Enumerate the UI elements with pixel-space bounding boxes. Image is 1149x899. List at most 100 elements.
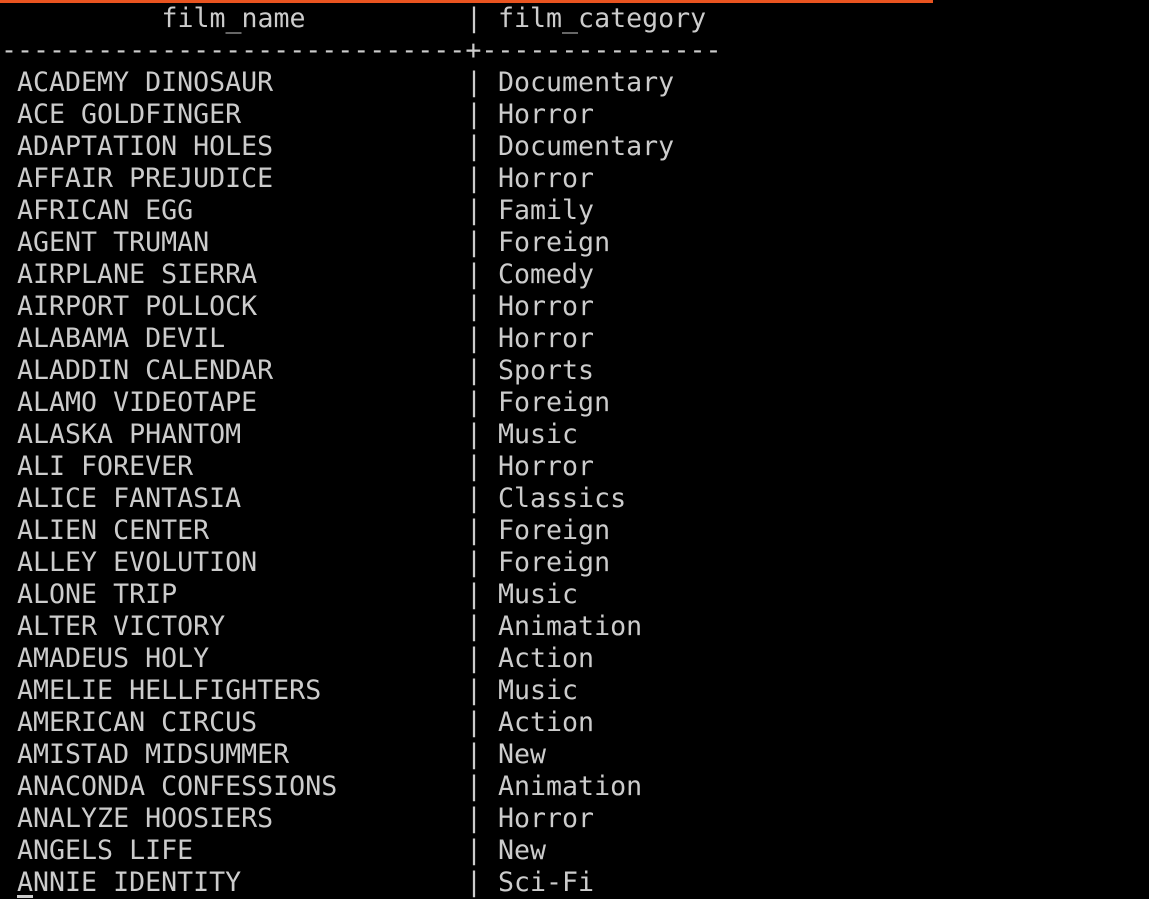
film-name-cell: AMELIE HELLFIGHTERS [17,675,322,706]
film-category-cell: Horror [498,803,595,834]
column-separator: | [466,739,482,770]
film-category-cell: Documentary [498,67,675,98]
film-category-cell: Horror [498,451,595,482]
column-separator: | [466,419,482,450]
film-name-cell: ANACONDA CONFESSIONS [17,771,338,802]
column-separator: | [466,387,482,418]
table-row: ANNIE IDENTITY | Sci-Fi [1,867,1141,899]
column-separator: | [466,99,482,130]
table-row: ALASKA PHANTOM | Music [1,419,1141,451]
film-category-cell: Foreign [498,387,611,418]
film-category-cell: Music [498,419,579,450]
film-name-cell: AFFAIR PREJUDICE [17,163,274,194]
film-name-cell: AIRPLANE SIERRA [17,259,258,290]
film-name-cell: ALICE FANTASIA [17,483,242,514]
table-row: ACE GOLDFINGER | Horror [1,99,1141,131]
film-category-cell: Animation [498,771,643,802]
table-row: AFFAIR PREJUDICE | Horror [1,163,1141,195]
table-row: ALLEY EVOLUTION | Foreign [1,547,1141,579]
table-row: AMISTAD MIDSUMMER | New [1,739,1141,771]
film-name-cell: ALONE TRIP [17,579,178,610]
film-category-cell: Sports [498,355,595,386]
column-separator: | [466,355,482,386]
table-row: ADAPTATION HOLES | Documentary [1,131,1141,163]
film-category-cell: Animation [498,611,643,642]
film-name-cell: ALASKA PHANTOM [17,419,242,450]
column-separator: | [466,675,482,706]
film-category-cell: Action [498,643,595,674]
film-name-cell: ADAPTATION HOLES [17,131,274,162]
film-name-cell: AMERICAN CIRCUS [17,707,258,738]
column-separator: | [466,131,482,162]
film-name-cell: ANALYZE HOOSIERS [17,803,274,834]
film-category-cell: Foreign [498,227,611,258]
column-separator: | [466,67,482,98]
film-category-cell: Horror [498,291,595,322]
column-separator: | [466,227,482,258]
film-name-cell: ACE GOLDFINGER [17,99,242,130]
film-name-cell: AGENT TRUMAN [17,227,210,258]
column-separator: | [466,515,482,546]
column-separator: | [466,643,482,674]
column-separator: | [466,771,482,802]
column-separator: | [466,195,482,226]
column-separator: | [466,547,482,578]
column-separator: | [466,323,482,354]
table-row: ALICE FANTASIA | Classics [1,483,1141,515]
table-row: AGENT TRUMAN | Foreign [1,227,1141,259]
column-separator: | [466,867,482,898]
film-category-cell: Classics [498,483,627,514]
terminal-output[interactable]: film_name | film_category --------------… [1,3,1141,899]
column-separator: | [466,835,482,866]
column-separator: | [466,579,482,610]
table-row: AIRPLANE SIERRA | Comedy [1,259,1141,291]
column-separator: | [466,451,482,482]
film-category-cell: Comedy [498,259,595,290]
film-category-cell: Music [498,675,579,706]
table-row: ALIEN CENTER | Foreign [1,515,1141,547]
column-separator: | [466,163,482,194]
table-row: ACADEMY DINOSAUR | Documentary [1,67,1141,99]
terminal-cursor [17,895,33,898]
table-row: ALONE TRIP | Music [1,579,1141,611]
film-name-cell: ACADEMY DINOSAUR [17,67,274,98]
column-separator: | [466,483,482,514]
film-name-cell: AIRPORT POLLOCK [17,291,258,322]
film-name-cell: AMADEUS HOLY [17,643,210,674]
table-row: ANGELS LIFE | New [1,835,1141,867]
film-name-cell: ANGELS LIFE [17,835,194,866]
column-separator: | [466,803,482,834]
film-category-cell: Horror [498,163,595,194]
film-name-cell: ALTER VICTORY [17,611,226,642]
table-row: ALTER VICTORY | Animation [1,611,1141,643]
table-row: AIRPORT POLLOCK | Horror [1,291,1141,323]
table-row: ALAMO VIDEOTAPE | Foreign [1,387,1141,419]
column-separator: | [466,259,482,290]
film-name-cell: ALADDIN CALENDAR [17,355,274,386]
table-row: AMADEUS HOLY | Action [1,643,1141,675]
column-separator: | [466,707,482,738]
film-name-cell: AMISTAD MIDSUMMER [17,739,290,770]
table-row: ALI FOREVER | Horror [1,451,1141,483]
table-row: ANALYZE HOOSIERS | Horror [1,803,1141,835]
column-header-film-name: film_name [161,3,306,34]
film-category-cell: Music [498,579,579,610]
table-row: AMELIE HELLFIGHTERS | Music [1,675,1141,707]
column-separator: | [466,291,482,322]
column-separator: | [466,3,482,34]
film-name-cell: ANNIE IDENTITY [17,867,242,898]
film-category-cell: Foreign [498,515,611,546]
film-name-cell: AFRICAN EGG [17,195,194,226]
film-category-cell: New [498,739,547,770]
film-category-cell: Action [498,707,595,738]
film-name-cell: ALIEN CENTER [17,515,210,546]
table-divider: -----------------------------+----------… [1,35,722,66]
film-category-cell: Foreign [498,547,611,578]
table-row: ANACONDA CONFESSIONS | Animation [1,771,1141,803]
table-row: AFRICAN EGG | Family [1,195,1141,227]
film-name-cell: ALI FOREVER [17,451,194,482]
column-header-film-category: film_category [498,3,707,34]
film-category-cell: Sci-Fi [498,867,595,898]
table-row: ALADDIN CALENDAR | Sports [1,355,1141,387]
table-body: ACADEMY DINOSAUR | Documentary ACE GOLDFING… [1,67,1141,899]
